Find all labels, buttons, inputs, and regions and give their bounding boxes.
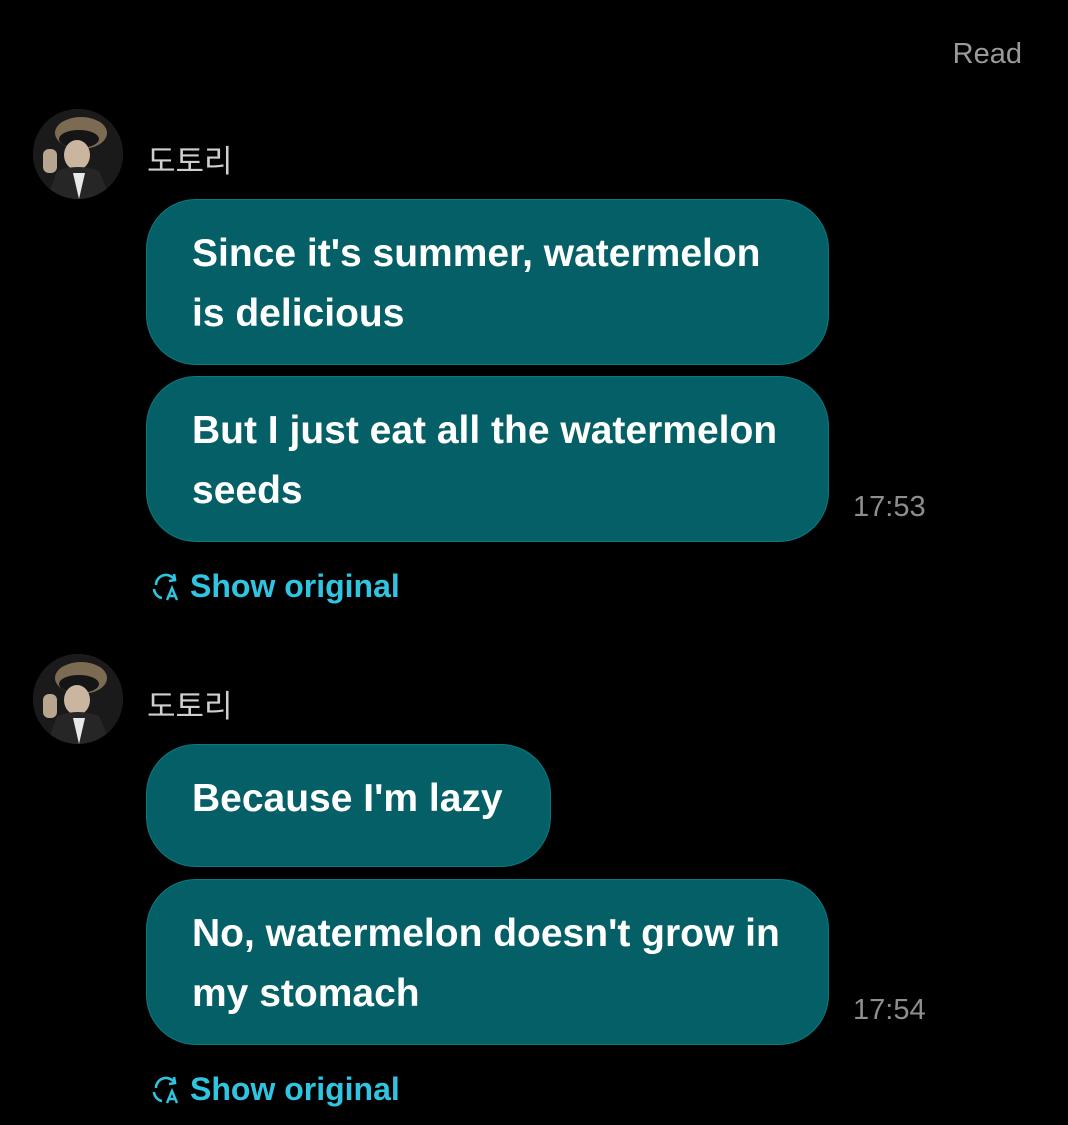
message-text: No, watermelon doesn't grow in my stomac… <box>192 912 780 1015</box>
message-bubble[interactable]: No, watermelon doesn't grow in my stomac… <box>146 879 829 1045</box>
user-avatar-icon <box>33 654 123 744</box>
message-text: Because I'm lazy <box>192 777 503 820</box>
message-bubble[interactable]: Because I'm lazy <box>146 744 551 867</box>
sender-name: 도토리 <box>147 144 233 179</box>
read-status: Read <box>952 38 1022 70</box>
show-original-label: Show original <box>190 568 400 604</box>
avatar[interactable] <box>33 654 123 744</box>
message-bubble[interactable]: But I just eat all the watermelon seeds <box>146 376 829 542</box>
message-text: But I just eat all the watermelon seeds <box>192 409 778 512</box>
translate-icon <box>152 573 179 600</box>
show-original-link[interactable]: Show original <box>150 1071 400 1108</box>
show-original-label: Show original <box>190 1071 400 1107</box>
user-avatar-icon <box>33 109 123 199</box>
message-time: 17:53 <box>853 491 926 523</box>
message-bubble[interactable]: Since it's summer, watermelon is delicio… <box>146 199 829 365</box>
message-text: Since it's summer, watermelon is delicio… <box>192 232 761 335</box>
sender-name: 도토리 <box>147 689 233 724</box>
message-time: 17:54 <box>853 994 926 1026</box>
translate-icon <box>152 1076 179 1103</box>
show-original-link[interactable]: Show original <box>150 568 400 605</box>
avatar[interactable] <box>33 109 123 199</box>
